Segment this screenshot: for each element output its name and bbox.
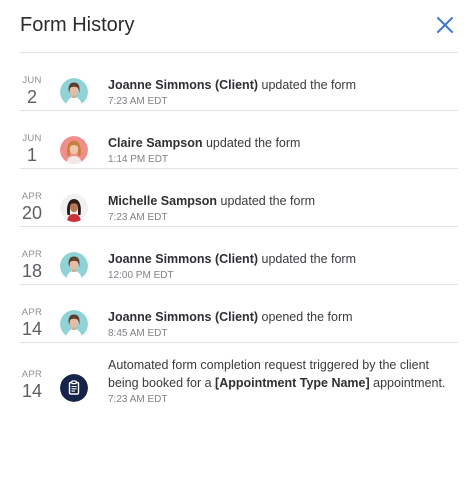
action-text: updated the form — [202, 136, 301, 150]
date-day: 2 — [26, 87, 37, 107]
history-description: Joanne Simmons (Client) opened the form — [108, 308, 456, 326]
actor-name: Michelle Sampson — [108, 194, 218, 208]
history-item: JUN 2 Joanne Simmons (Client) updated th… — [20, 53, 458, 111]
action-text: opened the form — [258, 310, 353, 324]
history-time: 1:14 PM EDT — [108, 154, 169, 165]
history-time: 8:45 AM EDT — [108, 328, 168, 339]
date-day: 1 — [26, 145, 37, 165]
history-description: Michelle Sampson updated the form — [108, 192, 456, 210]
history-text: Claire Sampson updated the form 1:14 PM … — [108, 134, 456, 166]
date-day: 18 — [21, 261, 43, 281]
history-text: Automated form completion request trigge… — [108, 356, 456, 406]
date-day: 14 — [21, 319, 43, 339]
date-month: APR — [21, 307, 43, 318]
date-month: APR — [21, 191, 43, 202]
history-item: APR 14 Automated form completion request… — [20, 343, 458, 430]
action-text: updated the form — [258, 252, 357, 266]
history-list: JUN 2 Joanne Simmons (Client) updated th… — [20, 53, 458, 430]
automation-text-end: appointment. — [369, 376, 446, 390]
avatar-claire — [60, 136, 88, 164]
history-item: APR 20 Michelle Sampson updated the form… — [20, 169, 458, 227]
history-description: Joanne Simmons (Client) updated the form — [108, 76, 456, 94]
history-item: APR 14 Joanne Simmons (Client) opened th… — [20, 285, 458, 343]
history-date: APR 18 — [20, 249, 44, 281]
action-text: updated the form — [258, 78, 357, 92]
actor-name: Joanne Simmons (Client) — [108, 252, 259, 266]
history-text: Joanne Simmons (Client) opened the form … — [108, 308, 456, 340]
history-time: 7:23 AM EDT — [108, 394, 168, 405]
panel-header: Form History — [20, 0, 458, 53]
avatar-joanne — [60, 78, 88, 106]
history-date: APR 20 — [20, 191, 44, 223]
avatar-joanne — [60, 252, 88, 280]
history-description: Claire Sampson updated the form — [108, 134, 456, 152]
history-time: 7:23 AM EDT — [108, 96, 168, 107]
avatar-michelle — [60, 194, 88, 222]
appointment-type-name: [Appointment Type Name] — [215, 376, 370, 390]
date-day: 20 — [21, 203, 43, 223]
history-item: JUN 1 Claire Sampson updated the form 1:… — [20, 111, 458, 169]
actor-name: Claire Sampson — [108, 136, 203, 150]
date-month: APR — [21, 369, 43, 380]
actor-name: Joanne Simmons (Client) — [108, 78, 259, 92]
history-description: Automated form completion request trigge… — [108, 356, 456, 392]
history-date: APR 14 — [20, 307, 44, 339]
history-date: JUN 2 — [20, 75, 44, 107]
date-day: 14 — [21, 381, 43, 401]
close-icon — [437, 17, 453, 33]
history-text: Joanne Simmons (Client) updated the form… — [108, 250, 456, 282]
history-item: APR 18 Joanne Simmons (Client) updated t… — [20, 227, 458, 285]
history-description: Joanne Simmons (Client) updated the form — [108, 250, 456, 268]
history-text: Michelle Sampson updated the form 7:23 A… — [108, 192, 456, 224]
history-text: Joanne Simmons (Client) updated the form… — [108, 76, 456, 108]
page-title: Form History — [20, 14, 135, 36]
avatar-joanne — [60, 310, 88, 338]
actor-name: Joanne Simmons (Client) — [108, 310, 259, 324]
date-month: APR — [21, 249, 43, 260]
history-time: 7:23 AM EDT — [108, 212, 168, 223]
date-month: JUN — [22, 133, 42, 144]
history-time: 12:00 PM EDT — [108, 270, 174, 281]
close-button[interactable] — [434, 14, 456, 36]
clipboard-icon — [60, 374, 88, 402]
action-text: updated the form — [217, 194, 316, 208]
history-date: APR 14 — [20, 369, 44, 401]
form-history-panel: Form History JUN 2 Joanne Simmons (Clien… — [0, 0, 474, 477]
history-date: JUN 1 — [20, 133, 44, 165]
date-month: JUN — [22, 75, 42, 86]
